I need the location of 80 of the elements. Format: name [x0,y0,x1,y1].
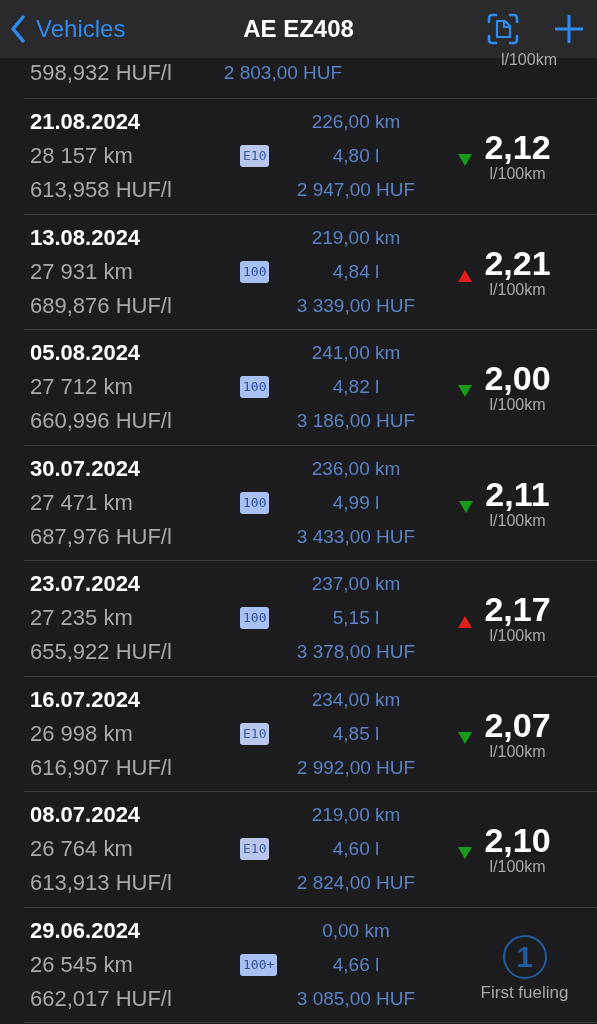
chevron-left-icon [10,15,26,43]
total-cost: 2 947,00 HUF [296,178,416,203]
fuel-type-tag: E10 [240,838,270,861]
distance: 0,00 km [322,918,390,943]
consumption-unit: l/100km [489,511,546,530]
odometer-reading: 27 712 km [30,373,134,402]
entry-date: 21.08.2024 [30,108,142,137]
total-cost: 3 433,00 HUF [296,524,416,549]
consumption-value: 2,07 [484,706,551,743]
fuel-type-tag: E10 [240,145,270,168]
add-icon[interactable] [555,15,583,43]
fuel-type-tag: 100 [240,376,270,399]
total-cost: 2 824,00 HUF [296,871,416,896]
fuel-type-tag: E10 [240,722,270,745]
fuel-volume: 4,82 l [332,375,380,400]
price-per-liter: 660,996 HUF/l [30,407,173,436]
distance: 236,00 km [311,456,401,481]
consumption-unit: l/100km [489,396,546,415]
consumption-unit: l/100km [500,52,557,68]
fuel-volume: 4,99 l [332,490,380,515]
price-per-liter: 662,017 HUF/l [30,984,173,1013]
entry-date: 16.07.2024 [30,685,142,714]
entry-date: 08.07.2024 [30,801,142,830]
first-fueling-label: First fueling [480,982,569,1003]
consumption-value: 2,00 [484,360,551,397]
fuel-type-tag: 100 [240,607,270,630]
odometer-reading: 27 471 km [30,488,134,517]
odometer-reading: 26 998 km [30,719,134,748]
consumption-unit: l/100km [489,165,546,184]
price-per-liter: 613,913 HUF/l [30,869,173,898]
odometer-reading: 28 157 km [30,142,134,171]
number-circle-icon: 1 [502,934,547,979]
consumption-value: 2,10 [484,822,551,859]
consumption-value: 2,12 [484,129,551,166]
distance: 226,00 km [311,110,401,135]
consumption-unit: l/100km [489,858,546,877]
consumption-value: 2,21 [484,244,551,281]
entry-date: 05.08.2024 [30,339,142,368]
price-per-liter: 613,958 HUF/l [30,176,173,205]
total-cost: 2 992,00 HUF [296,755,416,780]
entry-date: 13.08.2024 [30,223,142,252]
price-per-liter: 689,876 HUF/l [30,291,173,320]
consumption-value: 2,17 [484,591,551,628]
distance: 219,00 km [311,803,401,828]
entry-date: 29.06.2024 [30,916,142,945]
fuel-volume: 4,60 l [332,837,380,862]
total-cost: 3 339,00 HUF [296,293,416,318]
fuel-volume: 4,84 l [332,259,380,284]
entry-date: 30.07.2024 [30,454,142,483]
distance: 234,00 km [311,687,401,712]
odometer-reading: 26 545 km [30,950,134,979]
fuel-volume: 5,15 l [332,606,380,631]
fuel-type-tag: 100 [240,260,270,283]
fuel-volume: 4,80 l [332,144,380,169]
nav-title: AE EZ408 [243,15,354,43]
consumption-value: 2,11 [485,475,550,512]
total-cost: 3 186,00 HUF [296,409,416,434]
total-cost: 3 378,00 HUF [296,640,416,665]
consumption-unit: l/100km [489,627,546,646]
consumption-unit: l/100km [489,280,546,299]
odometer-reading: 27 235 km [30,604,134,633]
fuel-volume: 4,85 l [332,721,380,746]
total-cost: 3 085,00 HUF [296,986,416,1011]
distance: 237,00 km [311,572,401,597]
back-button[interactable]: Vehicles [10,15,126,43]
fuel-volume: 4,66 l [332,952,380,977]
total-cost: 2 803,00 HUF [223,61,343,85]
entry-date: 23.07.2024 [30,570,142,599]
fuel-type-tag: 100 [240,491,270,514]
distance: 219,00 km [311,225,401,250]
document-scan-icon[interactable] [487,13,519,45]
odometer-reading: 27 931 km [30,257,134,286]
price-per-liter: 687,976 HUF/l [30,522,173,551]
distance: 241,00 km [311,341,401,366]
fuel-type-tag: 100+ [240,953,278,976]
price-per-liter: 655,922 HUF/l [30,638,173,667]
odometer-reading: 26 764 km [30,835,134,864]
price-per-liter: 616,907 HUF/l [30,753,173,782]
consumption-unit: l/100km [489,742,546,761]
price-per-liter: 598,932 HUF/l [30,59,172,87]
